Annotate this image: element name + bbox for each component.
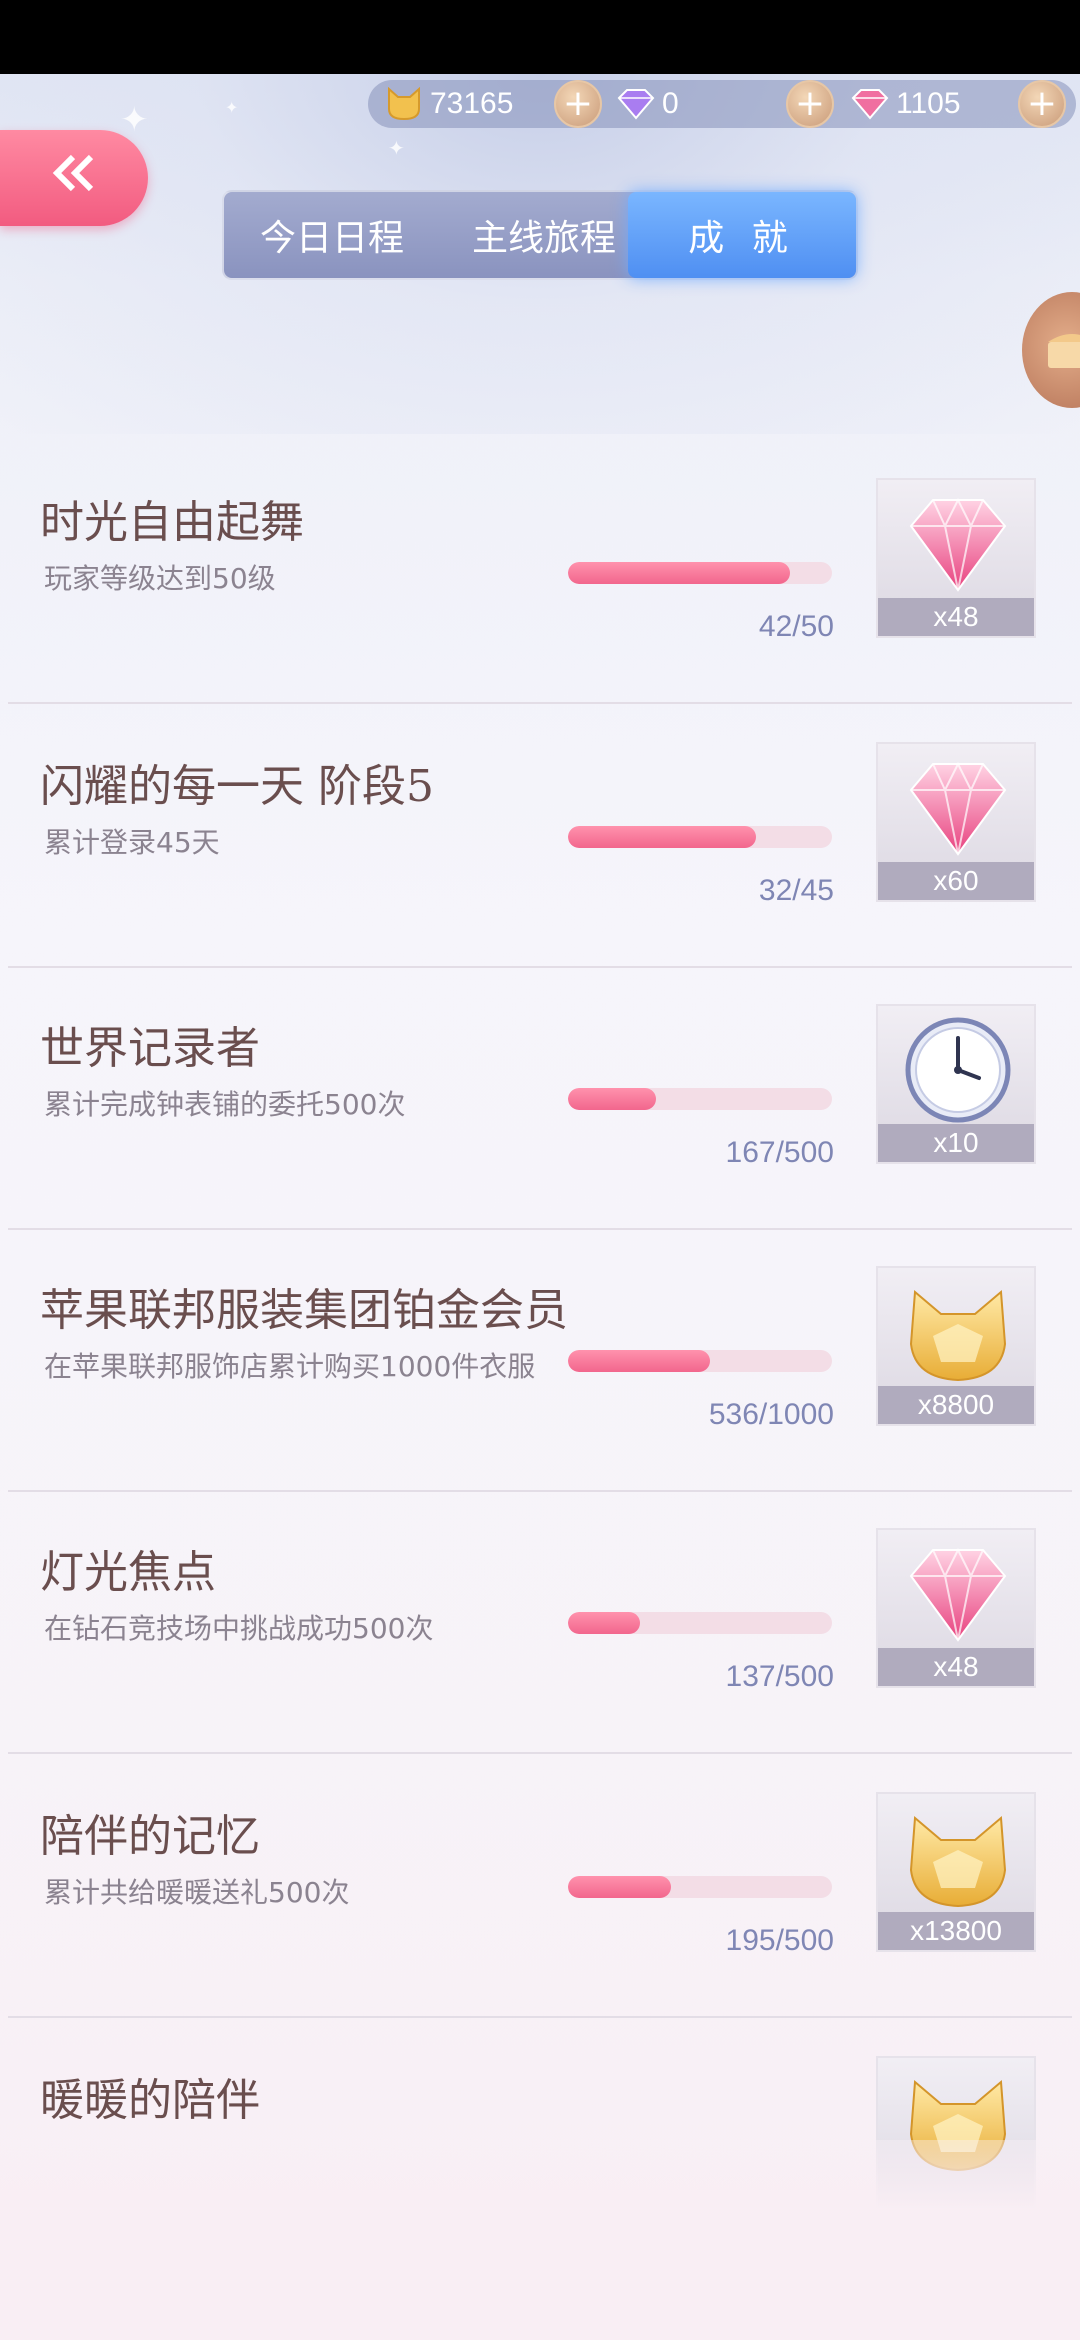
- achievement-description: 累计完成钟表铺的委托500次: [44, 1088, 406, 1121]
- row-divider: [8, 702, 1072, 704]
- plus-icon: +: [1026, 83, 1058, 124]
- back-button[interactable]: [0, 130, 148, 226]
- progress-bar: [568, 1876, 832, 1898]
- sparkle-icon: ✦: [225, 98, 239, 117]
- double-chevron-left-icon: [51, 153, 97, 203]
- progress-text: 42/50: [758, 610, 834, 643]
- diamond-currency: 0: [616, 80, 679, 128]
- achievement-title: 陪伴的记忆: [40, 1811, 260, 1862]
- achievement-description: 在钻石竞技场中挑战成功500次: [44, 1612, 434, 1645]
- gold-value: 73165: [430, 87, 514, 120]
- pink-crystal-icon: [850, 84, 890, 124]
- row-divider: [8, 1752, 1072, 1754]
- achievement-description: 累计共给暖暖送礼500次: [44, 1876, 350, 1909]
- achievement-description: 累计登录45天: [44, 826, 220, 859]
- progress-fill: [568, 826, 756, 848]
- achievement-title: 苹果联邦服装集团铂金会员: [40, 1285, 568, 1336]
- progress-text: 167/500: [725, 1136, 834, 1169]
- reward-count: x8800: [878, 1386, 1034, 1424]
- add-crystal-button[interactable]: +: [1018, 80, 1066, 128]
- clock-icon: [893, 1012, 1023, 1128]
- crystal-currency: 1105: [850, 80, 961, 128]
- reward-item[interactable]: x60: [876, 742, 1036, 902]
- treasure-chest-icon: [1044, 326, 1080, 374]
- gold-currency: 73165: [384, 80, 513, 128]
- achievement-row: 苹果联邦服装集团铂金会员 在苹果联邦服饰店累计购买1000件衣服 536/100…: [0, 1230, 1080, 1492]
- purple-diamond-icon: [616, 84, 656, 124]
- sparkle-icon: ✦: [388, 136, 405, 160]
- reward-item[interactable]: x8800: [876, 1266, 1036, 1426]
- progress-bar: [568, 826, 832, 848]
- reward-item[interactable]: x10: [876, 1004, 1036, 1164]
- plus-icon: +: [794, 83, 826, 124]
- progress-bar: [568, 1612, 832, 1634]
- row-divider: [8, 2016, 1072, 2018]
- cat-coin-icon: [893, 1274, 1023, 1390]
- progress-fill: [568, 562, 790, 584]
- reward-item[interactable]: x48: [876, 478, 1036, 638]
- cat-coin-icon: [384, 84, 424, 124]
- reward-count: x48: [878, 1648, 1034, 1686]
- achievement-row: 灯光焦点 在钻石竞技场中挑战成功500次 137/500 x48: [0, 1492, 1080, 1754]
- progress-bar: [568, 562, 832, 584]
- progress-bar: [568, 1350, 832, 1372]
- achievement-title: 暖暖的陪伴: [40, 2075, 260, 2126]
- pink-crystal-icon: [893, 486, 1023, 602]
- tab-bar: 今日日程 主线旅程 成 就: [222, 190, 858, 280]
- reward-item[interactable]: x13800: [876, 1792, 1036, 1952]
- diamond-value: 0: [662, 87, 679, 120]
- achievement-row: 闪耀的每一天 阶段5 累计登录45天 32/45 x60: [0, 706, 1080, 968]
- progress-text: 536/1000: [708, 1398, 834, 1431]
- status-bar: [0, 0, 1080, 74]
- progress-text: 195/500: [725, 1924, 834, 1957]
- pink-crystal-icon: [893, 750, 1023, 866]
- progress-bar: [568, 1088, 832, 1110]
- progress-text: 137/500: [725, 1660, 834, 1693]
- add-gold-button[interactable]: +: [554, 80, 602, 128]
- progress-fill: [568, 1088, 657, 1110]
- reward-count: x60: [878, 862, 1034, 900]
- achievement-title: 世界记录者: [40, 1023, 260, 1074]
- tab-achievements[interactable]: 成 就: [628, 192, 856, 278]
- progress-text: 32/45: [758, 874, 834, 907]
- currency-bar: 73165 0 1105: [368, 80, 1076, 128]
- progress-fill: [568, 1876, 671, 1898]
- crystal-value: 1105: [896, 87, 961, 120]
- achievement-title: 时光自由起舞: [40, 497, 304, 548]
- cat-coin-icon: [893, 1800, 1023, 1916]
- pink-crystal-icon: [893, 1536, 1023, 1652]
- achievement-row: 陪伴的记忆 累计共给暖暖送礼500次 195/500 x13800: [0, 1756, 1080, 2018]
- progress-fill: [568, 1350, 710, 1372]
- tab-main-journey[interactable]: 主线旅程: [444, 192, 644, 278]
- reward-count: x13800: [878, 1912, 1034, 1950]
- achievement-row: 时光自由起舞 玩家等级达到50级 42/50 x48: [0, 442, 1080, 704]
- achievement-description: 玩家等级达到50级: [44, 562, 276, 595]
- plus-icon: +: [562, 83, 594, 124]
- achievement-description: 在苹果联邦服饰店累计购买1000件衣服: [44, 1350, 536, 1383]
- tab-daily-schedule[interactable]: 今日日程: [232, 192, 432, 278]
- progress-fill: [568, 1612, 641, 1634]
- add-diamond-button[interactable]: +: [786, 80, 834, 128]
- reward-count: x48: [878, 598, 1034, 636]
- achievement-title: 闪耀的每一天 阶段5: [40, 761, 434, 812]
- reward-item[interactable]: x48: [876, 1528, 1036, 1688]
- achievement-row: 世界记录者 累计完成钟表铺的委托500次 167/500 x10: [0, 968, 1080, 1230]
- bottom-fade: [0, 2140, 1080, 2340]
- reward-count: x10: [878, 1124, 1034, 1162]
- achievement-title: 灯光焦点: [40, 1547, 216, 1598]
- sparkle-icon: ✦: [120, 100, 149, 140]
